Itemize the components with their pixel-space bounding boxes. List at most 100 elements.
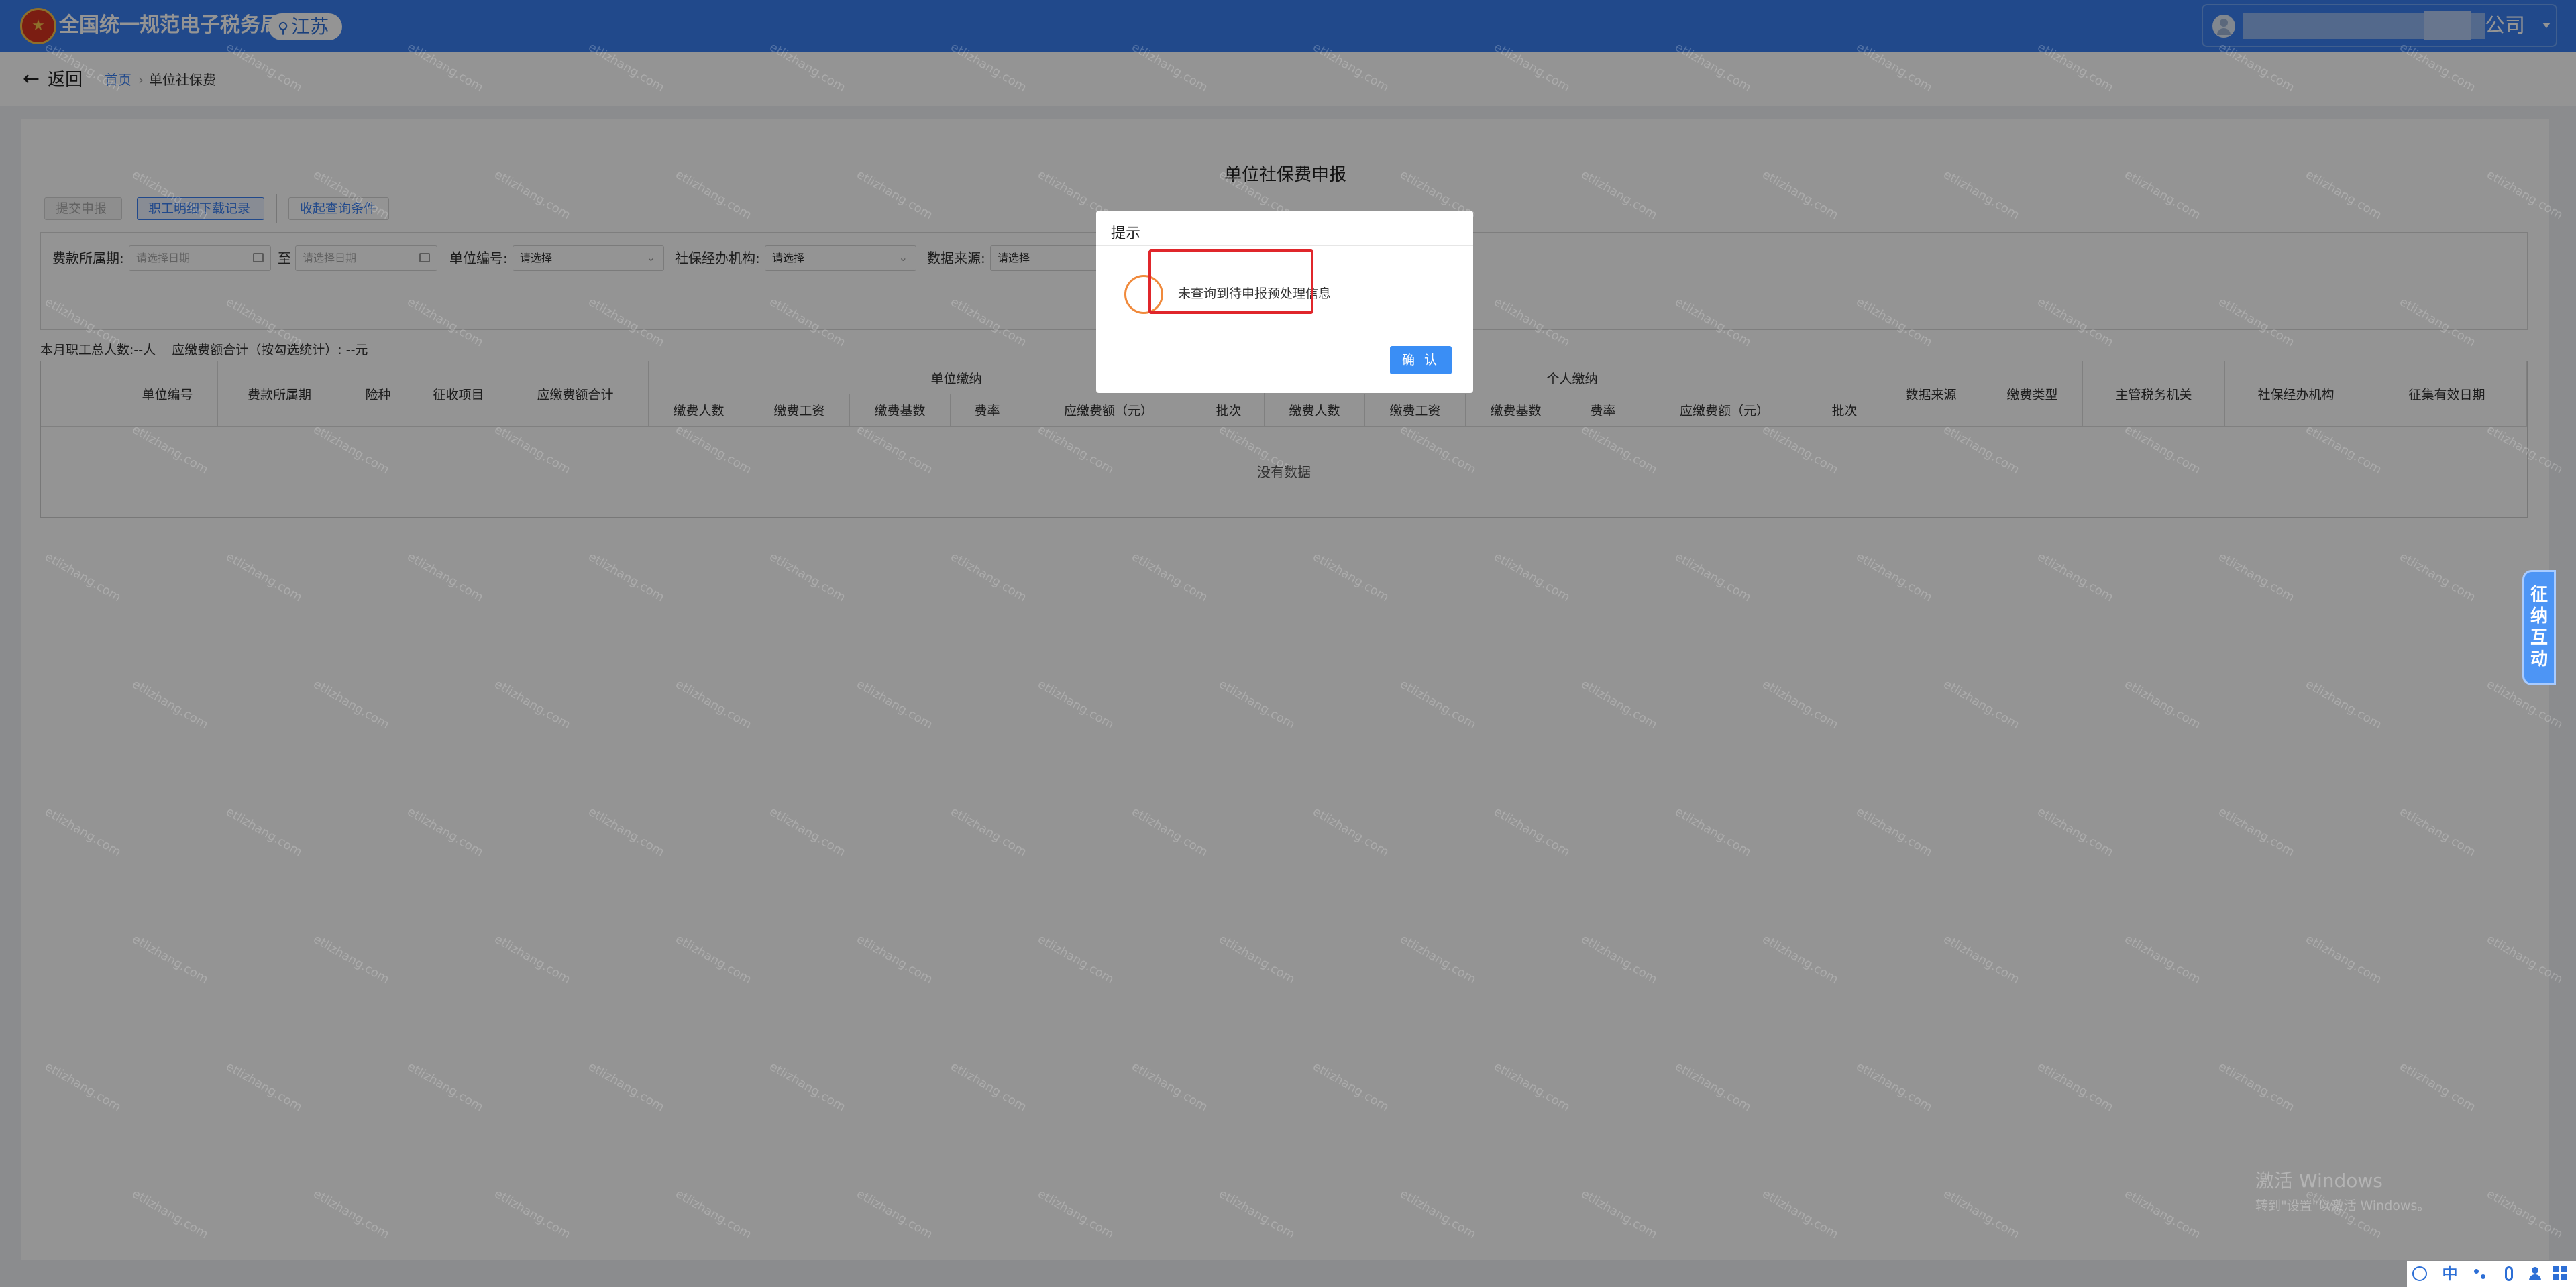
- watermark-text: etlizhang.com: [311, 932, 392, 987]
- watermark-text: etlizhang.com: [2035, 294, 2116, 350]
- watermark-text: etlizhang.com: [311, 1186, 392, 1242]
- windows-activation-title: 激活 Windows: [2255, 1170, 2383, 1192]
- modal-mask[interactable]: etlizhang.com etlizhang.com etlizhang.com e…: [0, 0, 2576, 1287]
- watermark-text: etlizhang.com: [2035, 40, 2116, 95]
- watermark-text: etlizhang.com: [1129, 40, 1210, 95]
- watermark-text: etlizhang.com: [129, 167, 211, 223]
- watermark-text: etlizhang.com: [1491, 804, 1572, 860]
- watermark-text: etlizhang.com: [405, 294, 486, 350]
- watermark-text: etlizhang.com: [2484, 422, 2565, 478]
- ime-user-icon[interactable]: [2528, 1266, 2542, 1281]
- watermark-text: etlizhang.com: [767, 549, 848, 605]
- highlight-annotation-box: [1148, 249, 1313, 314]
- watermark-text: etlizhang.com: [1397, 932, 1479, 987]
- watermark-text: etlizhang.com: [2122, 1186, 2203, 1242]
- watermark-text: etlizhang.com: [1129, 549, 1210, 605]
- watermark-text: etlizhang.com: [1491, 1059, 1572, 1115]
- watermark-text: etlizhang.com: [311, 422, 392, 478]
- ime-menu-grid-icon[interactable]: [2553, 1266, 2568, 1281]
- watermark-text: etlizhang.com: [2397, 549, 2478, 605]
- watermark-text: etlizhang.com: [1941, 422, 2022, 478]
- watermark-text: etlizhang.com: [2303, 932, 2384, 987]
- watermark-text: etlizhang.com: [2035, 804, 2116, 860]
- watermark-text: etlizhang.com: [2303, 1186, 2384, 1242]
- watermark-text: etlizhang.com: [223, 1059, 305, 1115]
- watermark-text: etlizhang.com: [2397, 40, 2478, 95]
- watermark-text: etlizhang.com: [2303, 677, 2384, 732]
- watermark-text: etlizhang.com: [311, 167, 392, 223]
- watermark-text: etlizhang.com: [586, 804, 667, 860]
- watermark-text: etlizhang.com: [492, 677, 573, 732]
- watermark-text: etlizhang.com: [492, 422, 573, 478]
- watermark-text: etlizhang.com: [223, 549, 305, 605]
- watermark-text: etlizhang.com: [1035, 1186, 1116, 1242]
- watermark-text: etlizhang.com: [2397, 294, 2478, 350]
- watermark-text: etlizhang.com: [1216, 677, 1297, 732]
- watermark-text: etlizhang.com: [673, 422, 754, 478]
- watermark-text: etlizhang.com: [1216, 1186, 1297, 1242]
- watermark-text: etlizhang.com: [2122, 677, 2203, 732]
- watermark-text: etlizhang.com: [129, 422, 211, 478]
- watermark-text: etlizhang.com: [405, 40, 486, 95]
- watermark-text: etlizhang.com: [1310, 804, 1391, 860]
- ime-language-toggle[interactable]: 中: [2442, 1262, 2458, 1285]
- watermark-text: etlizhang.com: [767, 804, 848, 860]
- watermark-text: etlizhang.com: [42, 1059, 123, 1115]
- ime-toolbar: [2407, 1261, 2576, 1287]
- watermark-text: etlizhang.com: [2035, 549, 2116, 605]
- watermark-text: etlizhang.com: [948, 804, 1029, 860]
- watermark-text: etlizhang.com: [586, 294, 667, 350]
- watermark-text: etlizhang.com: [673, 167, 754, 223]
- watermark-text: etlizhang.com: [1310, 1059, 1391, 1115]
- watermark-text: etlizhang.com: [1216, 932, 1297, 987]
- alert-dialog: 提示 未查询到待申报预处理信息 确 认: [1096, 211, 1473, 393]
- watermark-text: etlizhang.com: [1760, 677, 1841, 732]
- ime-punctuation-icon[interactable]: [2473, 1266, 2487, 1281]
- watermark-text: etlizhang.com: [854, 677, 935, 732]
- watermark-text: etlizhang.com: [42, 40, 123, 95]
- watermark-text: etlizhang.com: [223, 294, 305, 350]
- watermark-text: etlizhang.com: [2303, 167, 2384, 223]
- watermark-text: etlizhang.com: [1129, 1059, 1210, 1115]
- watermark-text: etlizhang.com: [1672, 804, 1754, 860]
- watermark-text: etlizhang.com: [767, 294, 848, 350]
- side-widget-char: 动: [2530, 649, 2548, 669]
- side-widget-char: 征: [2530, 585, 2548, 605]
- watermark-text: etlizhang.com: [767, 40, 848, 95]
- watermark-text: etlizhang.com: [492, 1186, 573, 1242]
- watermark-text: etlizhang.com: [1760, 167, 1841, 223]
- watermark-text: etlizhang.com: [2397, 804, 2478, 860]
- watermark-text: etlizhang.com: [948, 549, 1029, 605]
- watermark-text: etlizhang.com: [1578, 932, 1660, 987]
- ime-mic-icon[interactable]: [2505, 1266, 2513, 1281]
- watermark-text: etlizhang.com: [311, 677, 392, 732]
- watermark-text: etlizhang.com: [1578, 677, 1660, 732]
- side-widget-char: 纳: [2530, 606, 2548, 626]
- watermark-text: etlizhang.com: [948, 40, 1029, 95]
- watermark-text: etlizhang.com: [1491, 549, 1572, 605]
- interaction-side-widget[interactable]: 征纳互动: [2522, 570, 2556, 685]
- side-widget-char: 互: [2530, 628, 2548, 648]
- watermark-text: etlizhang.com: [2484, 1186, 2565, 1242]
- watermark-text: etlizhang.com: [1854, 1059, 1935, 1115]
- watermark-text: etlizhang.com: [1760, 1186, 1841, 1242]
- watermark-text: etlizhang.com: [948, 294, 1029, 350]
- watermark-text: etlizhang.com: [1672, 549, 1754, 605]
- watermark-text: etlizhang.com: [405, 549, 486, 605]
- watermark-text: etlizhang.com: [854, 1186, 935, 1242]
- watermark-text: etlizhang.com: [1129, 804, 1210, 860]
- watermark-text: etlizhang.com: [1216, 422, 1297, 478]
- watermark-text: etlizhang.com: [1760, 932, 1841, 987]
- watermark-text: etlizhang.com: [586, 549, 667, 605]
- watermark-text: etlizhang.com: [2484, 167, 2565, 223]
- watermark-text: etlizhang.com: [1310, 549, 1391, 605]
- watermark-text: etlizhang.com: [1491, 294, 1572, 350]
- watermark-text: etlizhang.com: [673, 1186, 754, 1242]
- watermark-text: etlizhang.com: [2216, 40, 2297, 95]
- watermark-text: etlizhang.com: [673, 677, 754, 732]
- watermark-text: etlizhang.com: [1941, 167, 2022, 223]
- dialog-confirm-button[interactable]: 确 认: [1390, 346, 1452, 374]
- watermark-text: etlizhang.com: [2216, 1059, 2297, 1115]
- watermark-text: etlizhang.com: [1578, 1186, 1660, 1242]
- ime-logo-icon[interactable]: [2412, 1266, 2427, 1281]
